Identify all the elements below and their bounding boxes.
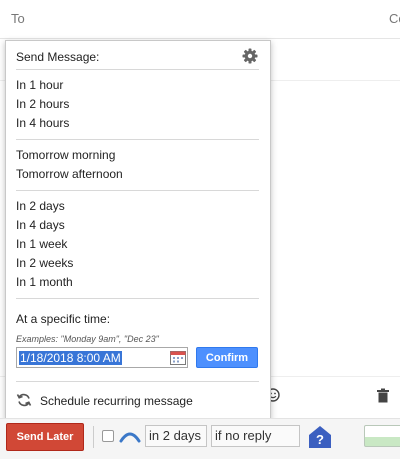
trash-icon[interactable]	[376, 388, 390, 403]
option-in-4-days[interactable]: In 4 days	[16, 218, 65, 232]
refresh-icon	[16, 393, 32, 407]
help-icon[interactable]: ?	[308, 425, 332, 449]
option-in-4-hours[interactable]: In 4 hours	[16, 116, 69, 130]
followup-delay-select[interactable]: in 2 days	[145, 425, 207, 447]
menu-separator	[16, 139, 259, 140]
calendar-icon[interactable]	[170, 350, 186, 365]
datetime-input[interactable]: 1/18/2018 8:00 AM	[16, 347, 188, 368]
recipients-row[interactable]: To Cc	[0, 0, 400, 39]
menu-separator	[16, 381, 259, 382]
option-tomorrow-morning[interactable]: Tomorrow morning	[16, 148, 115, 162]
option-in-2-weeks[interactable]: In 2 weeks	[16, 256, 73, 270]
option-in-2-hours[interactable]: In 2 hours	[16, 97, 69, 111]
cc-label[interactable]: Cc	[389, 11, 400, 26]
menu-separator	[16, 69, 259, 70]
option-in-1-hour[interactable]: In 1 hour	[16, 78, 63, 92]
followup-checkbox[interactable]	[102, 430, 114, 442]
bar-divider	[93, 426, 94, 448]
send-later-menu: Send Message: In 1 hour In 2 hours In 4 …	[5, 40, 271, 420]
option-in-1-month[interactable]: In 1 month	[16, 275, 73, 289]
option-in-2-days[interactable]: In 2 days	[16, 199, 65, 213]
followup-condition-select[interactable]: if no reply	[211, 425, 300, 447]
option-tomorrow-afternoon[interactable]: Tomorrow afternoon	[16, 167, 123, 181]
svg-text:?: ?	[316, 432, 324, 447]
menu-separator	[16, 298, 259, 299]
gear-icon[interactable]	[242, 48, 258, 64]
menu-separator	[16, 190, 259, 191]
option-in-1-week[interactable]: In 1 week	[16, 237, 67, 251]
datetime-value[interactable]: 1/18/2018 8:00 AM	[19, 351, 122, 365]
caret-up-icon[interactable]	[119, 429, 141, 443]
specific-time-label: At a specific time:	[16, 312, 111, 326]
extension-button[interactable]	[364, 425, 400, 447]
send-later-button[interactable]: Send Later	[6, 423, 84, 451]
examples-hint: Examples: "Monday 9am", "Dec 23"	[16, 334, 159, 344]
to-label[interactable]: To	[11, 11, 25, 26]
confirm-button[interactable]: Confirm	[196, 347, 258, 368]
recurring-label: Schedule recurring message	[40, 394, 193, 408]
menu-title: Send Message:	[16, 50, 100, 64]
